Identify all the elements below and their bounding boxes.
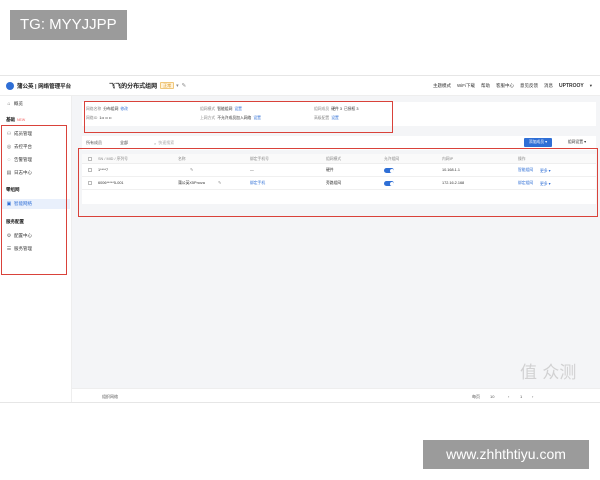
sidebar-item-config[interactable]: ⚙ 配置中心	[6, 231, 32, 241]
top-header: 蒲公英 | 网络管理平台 飞飞的分布式组网 正常 ▾ ✎ 主题模式 WiFi下载…	[0, 76, 600, 96]
row-sn: 6006*****5-001	[98, 181, 124, 185]
info-network-members: 组网成员 硬件 3 已授权 3	[314, 107, 359, 111]
set-mode-link[interactable]: 设置	[234, 107, 242, 112]
info-access-mode: 上网方式 不允许成员加入网络 设置	[200, 116, 261, 121]
col-ip: 内网IP	[442, 157, 454, 161]
sidebar-section-network: 零组网	[6, 187, 20, 192]
footer-left-label: 组织网络	[102, 394, 118, 399]
sidebar-section-service: 服务配置	[6, 219, 24, 224]
filter-bar: 所有成员 全部 ⌕ 快速搜索 添加成员 ▾ 组网设置 ▾	[82, 136, 596, 150]
row-action-more[interactable]: 更多 ▾	[540, 181, 551, 187]
row-mode: 硬件	[326, 168, 334, 172]
row-mode: 旁路组网	[326, 181, 342, 185]
members-table: SN / MID / 序列号 名称 绑定手机号 组网模式 允许组网 内网IP 操…	[82, 154, 596, 204]
sidebar-item-smart-network[interactable]: ▣ 智能网络	[2, 199, 70, 209]
sidebar-item-logs[interactable]: ▤ 日志中心	[6, 168, 32, 178]
network-settings-button[interactable]: 组网设置 ▾	[564, 138, 590, 147]
edit-icon[interactable]: ✎	[182, 83, 187, 89]
page-size-select[interactable]: 10	[490, 394, 494, 399]
bind-phone-link[interactable]: 绑定手机	[250, 181, 265, 186]
set-advanced-link[interactable]: 设置	[331, 116, 339, 121]
add-member-button[interactable]: 添加成员 ▾	[523, 138, 552, 147]
table-header: SN / MID / 序列号 名称 绑定手机号 组网模式 允许组网 内网IP 操…	[82, 154, 596, 164]
header-link-wifi[interactable]: WiFi下载	[457, 83, 475, 89]
col-enabled: 允许组网	[384, 157, 400, 161]
col-phone: 绑定手机号	[250, 157, 269, 161]
row-action-primary[interactable]: 智能组网	[518, 168, 533, 173]
bell-icon: ◌	[7, 157, 11, 163]
row-name: 蒲公英X5Pnova	[178, 181, 205, 185]
settings-icon: ⚙	[6, 233, 12, 239]
screenshot-frame: TG: MYYJJPP 蒲公英 | 网络管理平台 飞飞的分布式组网 正常 ▾ ✎…	[0, 0, 600, 480]
table-row: 1****7 ✎ — 硬件 10.168.1.1 智能组网 更多 ▾	[82, 164, 596, 177]
main-content: 网络名称 分布组网 修改 组网模式 智能组网 设置 组网成员 硬件 3 已授权 3 网络ID…	[72, 96, 600, 402]
sidebar-section-basic: 基础 NEW	[6, 117, 26, 122]
sidebar-item-members[interactable]: ⚇ 成员管理	[6, 129, 32, 139]
brand-name: 蒲公英 | 网络管理平台	[17, 83, 72, 90]
select-all-checkbox[interactable]	[88, 157, 92, 161]
network-status-badge: 正常	[160, 82, 175, 89]
list-icon: ☰	[6, 246, 12, 252]
sidebar-item-control[interactable]: ◎ 去控平台	[6, 142, 32, 152]
row-sn: 1****7	[98, 168, 109, 172]
network-icon: ▣	[6, 201, 12, 207]
brand-logo-icon	[6, 81, 14, 90]
row-action-primary[interactable]: 绑定组网	[518, 181, 533, 186]
document-icon: ▤	[6, 170, 12, 176]
network-name[interactable]: 飞飞的分布式组网	[109, 81, 157, 90]
info-advanced: 高级配置 设置	[314, 116, 339, 121]
app-window: 蒲公英 | 网络管理平台 飞飞的分布式组网 正常 ▾ ✎ 主题模式 WiFi下载…	[0, 75, 600, 403]
sidebar-item-overview[interactable]: ⌂ 概览	[6, 99, 23, 109]
table-row: 6006*****5-001 蒲公英X5Pnova ✎ 绑定手机 旁路组网 17…	[82, 177, 596, 190]
chevron-down-icon[interactable]: ▾	[176, 83, 179, 89]
filter-select[interactable]: 全部	[120, 140, 128, 146]
sidebar: ⌂ 概览 基础NEW ⚇ 成员管理 ◎ 去控平台 ◌ 告警管理 ▤ 日志中心	[0, 96, 72, 402]
user-menu[interactable]: UPTROOY	[559, 83, 584, 89]
header-link-help[interactable]: 帮助	[481, 83, 490, 89]
header-right-links: 主题模式 WiFi下载 帮助 客服中心 意见反馈 消息 UPTROOY ▾	[433, 83, 600, 89]
row-checkbox[interactable]	[88, 181, 92, 185]
edit-icon[interactable]: ✎	[218, 180, 221, 185]
sidebar-item-alerts[interactable]: ◌ 告警管理	[6, 155, 33, 165]
sidebar-item-services[interactable]: ☰ 服务管理	[6, 244, 32, 254]
edit-name-link[interactable]: 修改	[120, 107, 128, 112]
row-checkbox[interactable]	[88, 168, 92, 172]
watermark-text: 值 众测	[520, 363, 577, 383]
overlay-tag-top: TG: MYYJJPP	[10, 10, 127, 40]
col-sn: SN / MID / 序列号	[98, 157, 128, 161]
network-info-panel: 网络名称 分布组网 修改 组网模式 智能组网 设置 组网成员 硬件 3 已授权 3 网络ID…	[82, 102, 596, 126]
page-size-label: 每页	[472, 394, 480, 399]
row-action-more[interactable]: 更多 ▾	[540, 168, 551, 174]
row-phone: —	[250, 168, 254, 172]
chevron-down-icon[interactable]: ▾	[590, 83, 592, 89]
filter-label: 所有成员	[86, 140, 102, 145]
search-icon: ⌕	[154, 140, 157, 146]
home-icon: ⌂	[7, 101, 11, 107]
new-badge: NEW	[17, 118, 26, 122]
info-network-mode: 组网模式 智能组网 设置	[200, 107, 242, 112]
header-link-theme[interactable]: 主题模式	[433, 83, 451, 89]
row-ip: 172.16.2.168	[442, 181, 465, 185]
search-input[interactable]: ⌕ 快速搜索	[154, 140, 174, 146]
network-enabled-toggle[interactable]	[384, 168, 394, 173]
set-access-link[interactable]: 设置	[253, 116, 261, 121]
header-link-service[interactable]: 客服中心	[496, 83, 514, 89]
globe-icon: ◎	[6, 144, 12, 150]
col-mode: 组网模式	[326, 157, 342, 161]
users-icon: ⚇	[6, 131, 12, 137]
page-number[interactable]: 1	[520, 394, 522, 399]
header-link-feedback[interactable]: 意见反馈	[520, 83, 538, 89]
info-network-name: 网络名称 分布组网 修改	[86, 107, 128, 112]
header-link-messages[interactable]: 消息	[544, 83, 553, 89]
next-page-button[interactable]: ›	[532, 394, 533, 399]
row-ip: 10.168.1.1	[442, 168, 460, 172]
prev-page-button[interactable]: ‹	[508, 394, 509, 399]
edit-icon[interactable]: ✎	[190, 167, 193, 172]
info-network-id: 网络ID 1•• •• ••	[86, 116, 112, 120]
col-ops: 操作	[518, 157, 526, 161]
footer-bar: 组织网络 每页 10 ‹ 1 ›	[72, 388, 600, 402]
network-enabled-toggle[interactable]	[384, 181, 394, 186]
overlay-tag-bottom: www.zhhthtiyu.com	[423, 440, 589, 469]
col-name: 名称	[178, 157, 186, 161]
